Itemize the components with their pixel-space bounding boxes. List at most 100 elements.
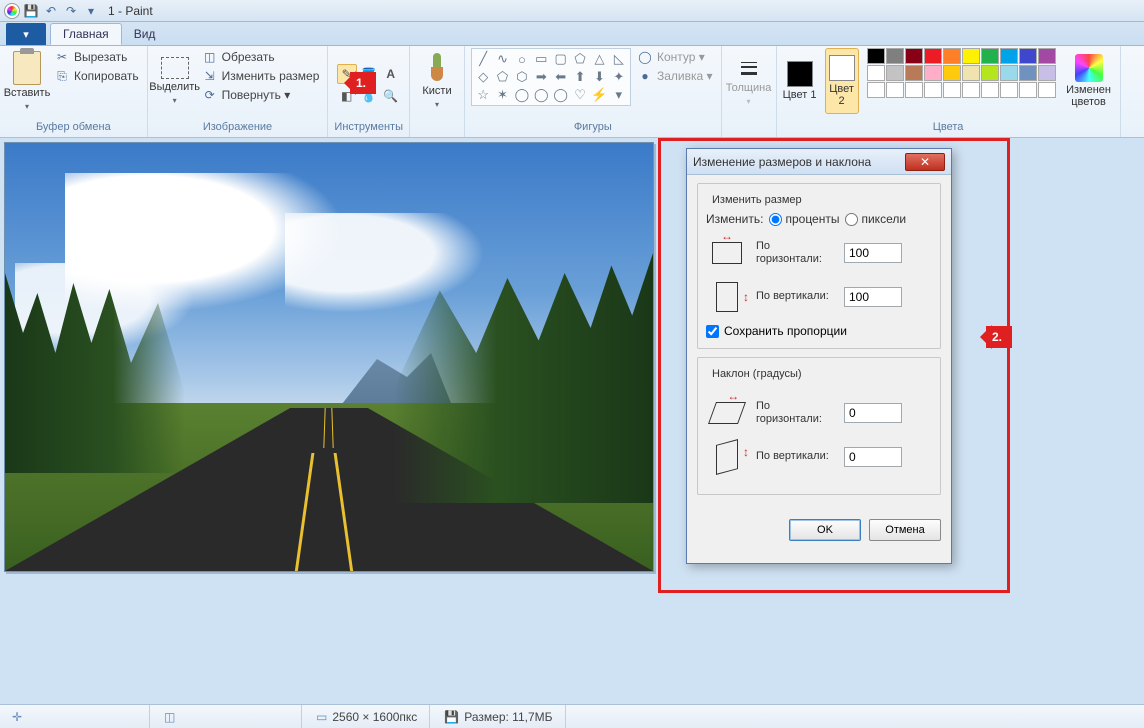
brushes-button[interactable]: Кисти ▾ — [416, 48, 458, 114]
palette-color[interactable] — [886, 48, 904, 64]
palette-color[interactable] — [905, 82, 923, 98]
vert-skew-input[interactable] — [844, 447, 902, 467]
shape-diamond[interactable]: ◇ — [474, 69, 492, 86]
shape-outline-button[interactable]: ◯Контур ▾ — [635, 48, 715, 66]
crop-button[interactable]: ◫Обрезать — [200, 48, 322, 66]
shape-roundrect[interactable]: ▢ — [552, 51, 570, 68]
zoom-tool[interactable]: 🔍 — [381, 86, 401, 106]
radio-percent[interactable]: проценты — [769, 212, 839, 226]
palette-color[interactable] — [981, 48, 999, 64]
palette-color[interactable] — [905, 48, 923, 64]
shape-callout2[interactable]: ◯ — [532, 86, 550, 103]
palette-color[interactable] — [867, 82, 885, 98]
edit-colors-button[interactable]: Изменен цветов — [1064, 48, 1114, 114]
radio-pixels[interactable]: пиксели — [845, 212, 906, 226]
shape-arrowd[interactable]: ⬇ — [590, 69, 608, 86]
shape-5star[interactable]: ☆ — [474, 86, 492, 103]
group-label-image: Изображение — [154, 121, 322, 135]
redo-icon[interactable]: ↷ — [62, 2, 80, 20]
app-icon — [4, 3, 20, 19]
resize-skew-dialog: Изменение размеров и наклона ✕ Изменить … — [686, 148, 952, 564]
vert-resize-input[interactable] — [844, 287, 902, 307]
resize-button[interactable]: ⇲Изменить размер — [200, 67, 322, 85]
shape-hexagon[interactable]: ⬡ — [513, 69, 531, 86]
shape-rtriangle[interactable]: ◺ — [610, 51, 628, 68]
color1-button[interactable]: Цвет 1 — [783, 48, 817, 114]
qat-dropdown-icon[interactable]: ▾ — [82, 2, 100, 20]
palette-color[interactable] — [924, 82, 942, 98]
cut-button[interactable]: ✂Вырезать — [52, 48, 141, 66]
shape-pentagon[interactable]: ⬠ — [493, 69, 511, 86]
copy-button[interactable]: ⎘Копировать — [52, 67, 141, 85]
shape-bolt[interactable]: ⚡ — [590, 86, 608, 103]
title-bar: 💾 ↶ ↷ ▾ 1 - Paint — [0, 0, 1144, 22]
shape-fill-button[interactable]: ●Заливка ▾ — [635, 67, 715, 85]
cancel-button[interactable]: Отмена — [869, 519, 941, 541]
shape-curve[interactable]: ∿ — [493, 51, 511, 68]
shape-polygon[interactable]: ⬠ — [571, 51, 589, 68]
canvas[interactable] — [4, 142, 654, 572]
palette-color[interactable] — [962, 65, 980, 81]
palette-color[interactable] — [981, 82, 999, 98]
rotate-button[interactable]: ⟳Повернуть ▾ — [200, 86, 322, 104]
group-brushes: Кисти ▾ — [410, 46, 465, 137]
file-tab[interactable]: ▾ — [6, 23, 46, 45]
palette-color[interactable] — [962, 48, 980, 64]
paste-button[interactable]: Вставить ▾ — [6, 48, 48, 114]
aspect-ratio-checkbox[interactable] — [706, 325, 719, 338]
palette-color[interactable] — [1019, 82, 1037, 98]
palette-color[interactable] — [905, 65, 923, 81]
edit-colors-icon — [1075, 54, 1103, 82]
palette-color[interactable] — [1000, 82, 1018, 98]
select-button[interactable]: Выделить ▾ — [154, 48, 196, 114]
palette-color[interactable] — [924, 48, 942, 64]
undo-icon[interactable]: ↶ — [42, 2, 60, 20]
ok-button[interactable]: OK — [789, 519, 861, 541]
save-icon[interactable]: 💾 — [22, 2, 40, 20]
palette-color[interactable] — [1038, 48, 1056, 64]
palette-color[interactable] — [981, 65, 999, 81]
shape-triangle[interactable]: △ — [590, 51, 608, 68]
shape-more[interactable]: ▾ — [610, 86, 628, 103]
shape-callout1[interactable]: ◯ — [513, 86, 531, 103]
palette-color[interactable] — [1038, 82, 1056, 98]
shape-arrowu[interactable]: ⬆ — [571, 69, 589, 86]
palette-color[interactable] — [962, 82, 980, 98]
shape-4star[interactable]: ✦ — [610, 69, 628, 86]
palette-color[interactable] — [1019, 65, 1037, 81]
dialog-titlebar[interactable]: Изменение размеров и наклона ✕ — [687, 149, 951, 175]
palette-color[interactable] — [886, 82, 904, 98]
palette-color[interactable] — [943, 65, 961, 81]
group-shapes: ╱ ∿ ○ ▭ ▢ ⬠ △ ◺ ◇ ⬠ ⬡ ➡ ⬅ ⬆ ⬇ ✦ ☆ ✶ ◯ ◯ — [465, 46, 722, 137]
tab-view[interactable]: Вид — [122, 23, 168, 45]
tab-home[interactable]: Главная — [50, 23, 122, 45]
shape-arrowr[interactable]: ➡ — [532, 69, 550, 86]
ribbon: Вставить ▾ ✂Вырезать ⎘Копировать Буфер о… — [0, 46, 1144, 138]
shape-callout3[interactable]: ◯ — [552, 86, 570, 103]
palette-color[interactable] — [1019, 48, 1037, 64]
dialog-close-button[interactable]: ✕ — [905, 153, 945, 171]
color2-button[interactable]: Цвет 2 — [825, 48, 859, 114]
palette-color[interactable] — [1000, 48, 1018, 64]
palette-color[interactable] — [1038, 65, 1056, 81]
shape-rect[interactable]: ▭ — [532, 51, 550, 68]
size-button[interactable]: Толщина ▾ — [728, 48, 770, 114]
horiz-resize-input[interactable] — [844, 243, 902, 263]
shapes-gallery[interactable]: ╱ ∿ ○ ▭ ▢ ⬠ △ ◺ ◇ ⬠ ⬡ ➡ ⬅ ⬆ ⬇ ✦ ☆ ✶ ◯ ◯ — [471, 48, 631, 106]
palette-color[interactable] — [867, 48, 885, 64]
crop-icon: ◫ — [202, 49, 218, 65]
text-tool[interactable]: A — [381, 64, 401, 84]
palette-color[interactable] — [943, 82, 961, 98]
shape-6star[interactable]: ✶ — [493, 86, 511, 103]
palette-color[interactable] — [867, 65, 885, 81]
shape-arrowl[interactable]: ⬅ — [552, 69, 570, 86]
color1-swatch — [787, 61, 813, 87]
palette-color[interactable] — [943, 48, 961, 64]
shape-oval[interactable]: ○ — [513, 51, 531, 68]
palette-color[interactable] — [886, 65, 904, 81]
shape-line[interactable]: ╱ — [474, 51, 492, 68]
palette-color[interactable] — [924, 65, 942, 81]
shape-heart[interactable]: ♡ — [571, 86, 589, 103]
palette-color[interactable] — [1000, 65, 1018, 81]
horiz-skew-input[interactable] — [844, 403, 902, 423]
